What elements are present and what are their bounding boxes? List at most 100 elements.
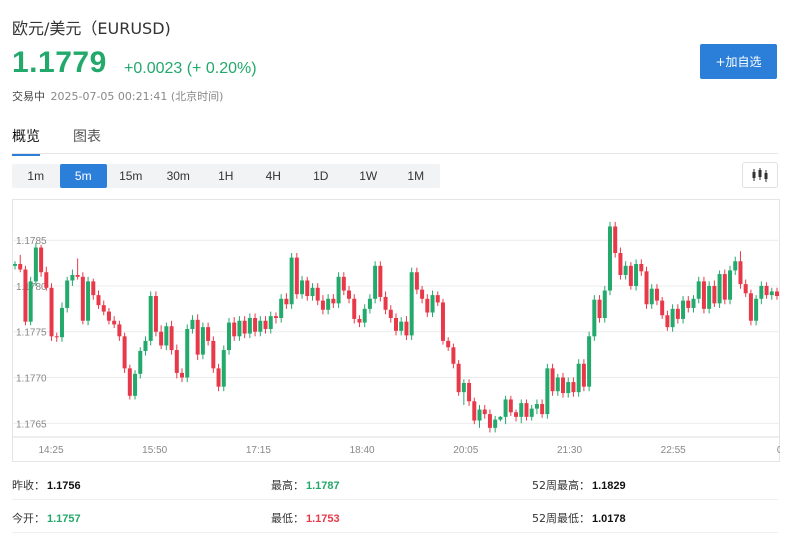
candle-body [602,290,607,318]
candle-body [232,322,237,337]
candle-body [472,401,477,421]
interval-30m[interactable]: 30m [155,164,203,188]
candle-body [634,263,639,286]
candle-body [545,368,550,415]
candle-body [592,299,597,337]
candle-body [200,327,205,355]
candle-body [414,272,419,290]
candle-body [237,320,242,337]
candle-body [59,307,64,338]
candle-body [75,274,80,277]
candle-body [717,274,722,304]
candle-body [764,285,769,296]
candle-body [550,368,555,392]
candle-body [425,298,430,313]
candle-body [482,409,487,415]
candle-body [743,284,748,294]
candle-body [284,298,289,305]
price-change: +0.0023 (+ 0.20%) [124,60,257,77]
candle-body [101,305,106,312]
candle-body [654,288,659,301]
candle-body [206,327,211,341]
x-tick-label: 21:30 [557,445,582,456]
candle-body [273,316,278,318]
interval-4h[interactable]: 4H [250,164,298,188]
candle-body [91,281,96,296]
candle-body [143,340,148,351]
candlestick-chart-svg: 1.17851.17801.17751.17701.176514:2515:50… [12,199,780,462]
day-high-value: 1.1787 [306,480,340,492]
tab-overview[interactable]: 概览 [12,126,40,156]
candle-body [446,340,451,348]
chart-type-toggle[interactable] [742,162,778,188]
candle-body [477,409,482,421]
candle-body [660,300,665,316]
candle-body [430,295,435,313]
candle-body [23,269,28,322]
interval-1w[interactable]: 1W [345,164,393,188]
interval-1h[interactable]: 1H [202,164,250,188]
candle-body [185,328,190,378]
candle-body [644,271,649,305]
candle-body [487,414,492,428]
candle-body [775,291,779,297]
tab-chart[interactable]: 图表 [73,126,101,154]
interval-selector: 1m 5m 15m 30m 1H 4H 1D 1W 1M [12,164,440,188]
y-tick-label: 1.1775 [16,328,47,339]
candle-body [566,382,571,394]
prev-close: 昨收： 1.1756 [12,479,81,492]
candle-body [534,404,539,409]
week52-high: 52周最高： 1.1829 [532,479,626,492]
candle-body [336,276,341,304]
interval-15m[interactable]: 15m [107,164,155,188]
candle-body [461,382,466,393]
price-chart[interactable]: 1.17851.17801.17751.17701.176514:2515:50… [12,199,780,462]
candle-body [383,296,388,310]
candle-body [211,340,216,369]
interval-5m[interactable]: 5m [59,164,107,188]
candle-body [362,308,367,323]
interval-1m[interactable]: 1m [12,164,60,188]
candle-body [618,253,623,275]
candle-body [263,320,268,329]
candle-body [357,318,362,323]
candle-body [13,263,17,266]
candle-body [561,377,566,394]
candle-body [576,363,581,393]
candle-body [555,377,560,392]
candle-body [581,363,586,387]
candle-body [675,308,680,319]
candle-body [326,298,331,310]
candle-body [258,320,263,332]
candle-body [514,412,519,417]
candle-body [195,319,200,355]
candle-body [394,318,398,331]
candle-body [164,326,169,346]
candle-body [440,302,445,341]
candle-body [628,265,633,286]
interval-1mo[interactable]: 1M [392,164,440,188]
y-tick-label: 1.1765 [16,419,47,430]
candle-body [467,382,472,402]
candle-body [493,419,498,428]
candle-body [373,265,378,299]
candle-body [127,368,132,396]
candle-body [253,318,258,332]
candle-body [748,293,753,321]
candle-body [174,350,179,373]
day-low-value: 1.1753 [306,513,340,525]
candle-body [451,347,456,364]
candle-body [18,263,23,270]
candle-body [341,276,346,291]
interval-1d[interactable]: 1D [297,164,345,188]
week52-high-value: 1.1829 [592,480,626,492]
candle-body [138,350,143,374]
candle-body [691,298,696,308]
add-to-watchlist-button[interactable]: +加自选 [700,44,777,79]
candle-body [597,299,602,318]
candle-body [670,308,675,328]
candle-body [388,309,393,318]
y-tick-label: 1.1770 [16,374,47,385]
candle-body [331,298,336,304]
candle-body [623,265,628,275]
